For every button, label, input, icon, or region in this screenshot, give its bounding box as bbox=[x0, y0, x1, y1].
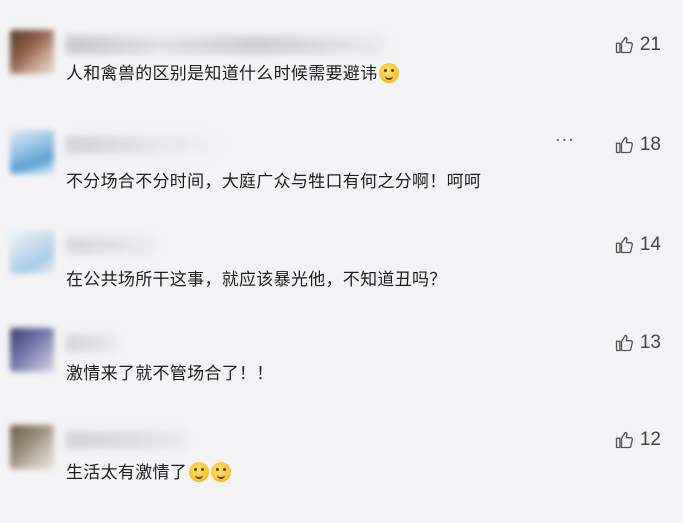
comment-list: 人和禽兽的区别是知道什么时候需要避讳 21 ··· 不分场合不分时间，大庭广众与… bbox=[0, 0, 683, 517]
like-count: 18 bbox=[639, 134, 661, 155]
comment-body: 生活太有激情了 bbox=[66, 463, 188, 483]
sweat-smile-emoji-icon bbox=[379, 63, 400, 83]
comment-text: 激情来了就不管场合了！！ bbox=[66, 362, 274, 386]
thinking-emoji-icon bbox=[189, 462, 210, 482]
like-button[interactable]: 14 bbox=[614, 234, 661, 256]
thumbs-up-icon bbox=[615, 236, 633, 254]
comment-item[interactable]: 激情来了就不管场合了！！ 13 bbox=[0, 328, 683, 426]
avatar[interactable] bbox=[10, 30, 54, 74]
comment-item[interactable]: 人和禽兽的区别是知道什么时候需要避讳 21 bbox=[0, 30, 683, 128]
comment-item[interactable]: 在公共场所干这事，就应该暴光他，不知道丑吗？ 14 bbox=[0, 230, 683, 328]
comment-body: 不分场合不分时间，大庭广众与牲口有何之分啊！呵呵 bbox=[66, 172, 482, 192]
username-blurred[interactable] bbox=[66, 136, 216, 154]
comment-item[interactable]: 生活太有激情了 12 bbox=[0, 425, 683, 523]
thumbs-up-icon bbox=[615, 334, 633, 352]
comment-text: 不分场合不分时间，大庭广众与牲口有何之分啊！呵呵 bbox=[66, 170, 481, 194]
username-blurred[interactable] bbox=[66, 431, 186, 449]
thumbs-up-icon bbox=[615, 431, 633, 449]
avatar[interactable] bbox=[10, 328, 54, 372]
username-blurred[interactable] bbox=[66, 334, 116, 352]
like-button[interactable]: 13 bbox=[614, 332, 661, 354]
comment-item[interactable]: ··· 不分场合不分时间，大庭广众与牲口有何之分啊！呵呵 18 bbox=[0, 130, 683, 228]
comment-body: 激情来了就不管场合了！！ bbox=[66, 364, 274, 384]
thumbs-up-icon bbox=[615, 136, 633, 154]
like-button[interactable]: 21 bbox=[614, 34, 661, 56]
more-options-button[interactable]: ··· bbox=[555, 132, 575, 150]
thinking-emoji-icon bbox=[211, 462, 232, 482]
avatar[interactable] bbox=[10, 230, 54, 274]
username-blurred[interactable] bbox=[66, 236, 156, 254]
thumbs-up-icon bbox=[615, 36, 633, 54]
like-count: 12 bbox=[639, 429, 661, 450]
like-button[interactable]: 12 bbox=[614, 429, 661, 451]
like-count: 14 bbox=[639, 234, 661, 255]
username-blurred[interactable] bbox=[66, 36, 386, 54]
comment-body: 人和禽兽的区别是知道什么时候需要避讳 bbox=[66, 64, 378, 84]
like-count: 13 bbox=[639, 332, 661, 353]
comment-text: 在公共场所干这事，就应该暴光他，不知道丑吗？ bbox=[66, 268, 447, 292]
like-count: 21 bbox=[639, 34, 661, 55]
avatar[interactable] bbox=[10, 130, 54, 174]
comment-text: 人和禽兽的区别是知道什么时候需要避讳 bbox=[66, 62, 400, 86]
like-button[interactable]: 18 bbox=[614, 134, 661, 156]
comment-body: 在公共场所干这事，就应该暴光他，不知道丑吗？ bbox=[66, 270, 447, 290]
avatar[interactable] bbox=[10, 425, 54, 469]
comment-text: 生活太有激情了 bbox=[66, 461, 232, 485]
